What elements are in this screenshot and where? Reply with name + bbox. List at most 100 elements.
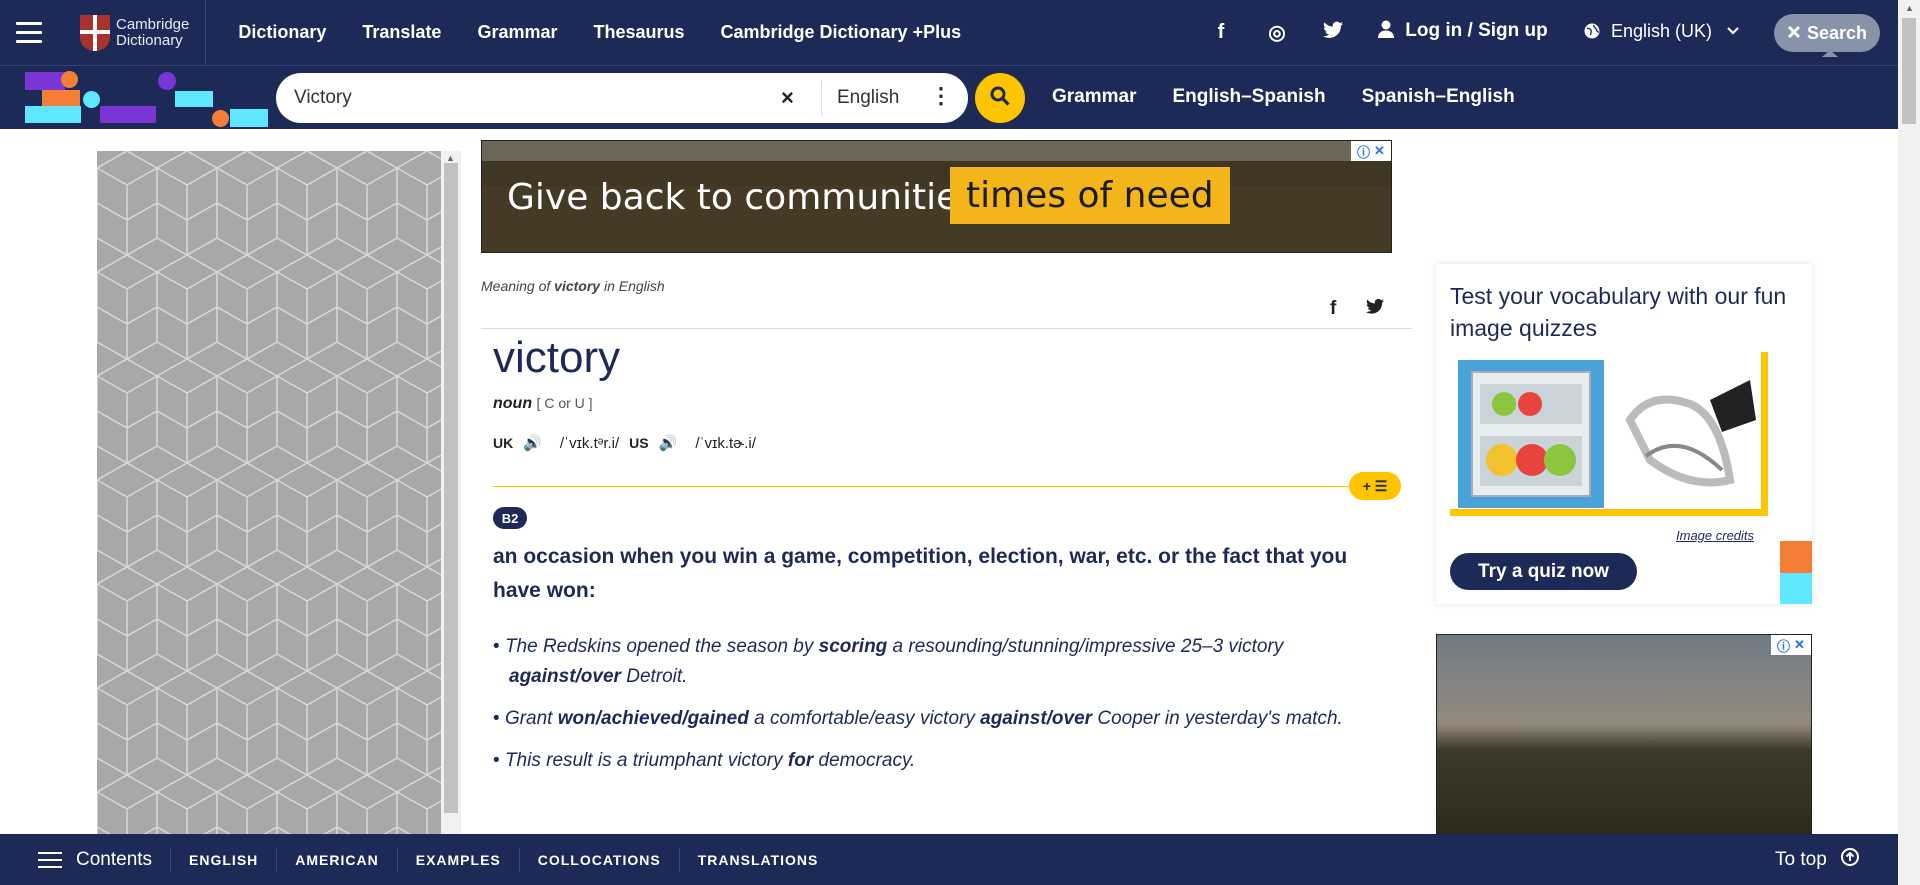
scrollbar-thumb[interactable] [1902, 18, 1916, 124]
share-facebook-icon[interactable]: f [1330, 298, 1336, 320]
main-nav: Dictionary Translate Grammar Thesaurus C… [220, 0, 979, 65]
twitter-icon[interactable] [1305, 21, 1361, 45]
login-label: Log in / Sign up [1405, 20, 1548, 41]
dishwasher-image [1458, 360, 1604, 508]
clear-search-icon[interactable]: × [781, 85, 794, 111]
social-links: f ◎ [1193, 0, 1361, 65]
example-sentence: Grant won/achieved/gained a comfortable/… [493, 704, 1373, 734]
contents-toggle[interactable]: Contents [0, 849, 170, 871]
login-link[interactable]: Log in / Sign up [1378, 20, 1548, 42]
subnav-grammar[interactable]: Grammar [1052, 86, 1137, 108]
hexagon-pattern [97, 151, 441, 834]
language-selector[interactable]: English (UK) [1584, 21, 1739, 42]
us-audio-icon[interactable]: 🔊 [659, 434, 678, 452]
search-input[interactable]: Victory [294, 87, 352, 109]
section-tabs: ENGLISH AMERICAN EXAMPLES COLLOCATIONS T… [170, 847, 837, 872]
to-top-link[interactable]: To top [1775, 848, 1859, 872]
search-box: Victory × English ⋮ [276, 73, 968, 123]
nav-thesaurus[interactable]: Thesaurus [576, 22, 703, 43]
tab-translations[interactable]: TRANSLATIONS [678, 847, 837, 872]
cefr-level-badge[interactable]: B2 [493, 507, 527, 529]
bottom-contents-bar: Contents ENGLISH AMERICAN EXAMPLES COLLO… [0, 834, 1898, 885]
search-toggle-label: Search [1806, 22, 1868, 43]
subnav-spanish-english[interactable]: Spanish–English [1362, 86, 1515, 108]
scroll-up-arrow-icon[interactable]: ▲ [1905, 3, 1914, 13]
menu-icon[interactable] [0, 0, 58, 65]
share-twitter-icon[interactable] [1366, 298, 1385, 320]
headword: victory [493, 333, 621, 382]
close-icon [1787, 23, 1801, 44]
image-credits-link[interactable]: Image credits [1676, 528, 1754, 543]
definition: an occasion when you win a game, competi… [493, 545, 1348, 602]
contents-menu-icon [38, 851, 62, 868]
nav-dictionary[interactable]: Dictionary [220, 22, 344, 43]
ad-close-icon[interactable]: ✕ [1794, 637, 1805, 653]
ad-info-icon[interactable]: ⓘ [1777, 636, 1790, 655]
subnav-english-spanish[interactable]: English–Spanish [1173, 86, 1326, 108]
decorative-square [1780, 573, 1812, 604]
search-icon [990, 86, 1010, 111]
search-submit-button[interactable] [975, 73, 1025, 123]
nav-plus[interactable]: Cambridge Dictionary +Plus [703, 22, 980, 43]
advertisement-side[interactable]: ⓘ ✕ [1436, 634, 1812, 834]
ad-highlight: times of need [950, 167, 1230, 224]
tab-american[interactable]: AMERICAN [276, 847, 396, 872]
us-ipa: /ˈvɪk.tɚ.i/ [695, 434, 756, 452]
logo-line2: Dictionary [116, 31, 183, 49]
ad-info-icon[interactable]: ⓘ [1357, 142, 1370, 161]
language-label: English (UK) [1611, 21, 1713, 41]
ad-text: Give back to communities in [507, 177, 1022, 218]
globe-icon [1584, 21, 1611, 41]
ad-choices[interactable]: ⓘ ✕ [1351, 141, 1391, 161]
ad-close-icon[interactable]: ✕ [1374, 143, 1385, 159]
examples-list: The Redskins opened the season by scorin… [493, 632, 1373, 788]
grammar-code[interactable]: [ C or U ] [537, 395, 593, 411]
pos-label[interactable]: noun [493, 395, 532, 412]
dictionary-selector[interactable]: English [837, 87, 899, 109]
search-toggle-button[interactable]: Search [1774, 14, 1880, 57]
nav-grammar[interactable]: Grammar [459, 22, 575, 43]
divider [481, 328, 1412, 329]
meaning-word: victory [554, 278, 601, 294]
to-top-label: To top [1775, 849, 1827, 870]
facebook-icon[interactable]: f [1193, 21, 1249, 44]
cambridge-logo[interactable]: Cambridge Dictionary [58, 0, 207, 65]
peeler-image [1610, 360, 1760, 508]
nav-translate[interactable]: Translate [344, 22, 459, 43]
meaning-caption: Meaning of victory in English [481, 278, 665, 294]
logo-line1: Cambridge [116, 15, 190, 33]
us-label: US [629, 435, 649, 451]
quiz-promo: Test your vocabulary with our fun image … [1436, 264, 1812, 604]
cambridge-shield-icon [80, 14, 110, 51]
share-links: f [1330, 298, 1385, 320]
pronunciation: UK 🔊 /ˈvɪk.tᵊr.i/ US 🔊 /ˈvɪk.tɚ.i/ [493, 434, 756, 453]
uk-label: UK [493, 435, 514, 451]
uk-audio-icon[interactable]: 🔊 [523, 434, 542, 452]
quiz-images[interactable] [1450, 352, 1768, 516]
advertisement-banner[interactable]: Give back to communities in times of nee… [481, 140, 1392, 253]
user-icon [1378, 20, 1405, 41]
quiz-title[interactable]: Test your vocabulary with our fun image … [1450, 280, 1790, 344]
left-side-panel [97, 151, 441, 834]
example-sentence: The Redskins opened the season by scorin… [493, 632, 1373, 692]
arrow-up-icon [1840, 848, 1859, 872]
dictionary-subnav: Grammar English–Spanish Spanish–English [1052, 86, 1515, 108]
chevron-down-icon [1717, 21, 1739, 41]
more-options-icon[interactable]: ⋮ [930, 83, 952, 109]
example-sentence: This result is a triumphant victory for … [493, 746, 1373, 776]
tab-english[interactable]: ENGLISH [170, 847, 276, 872]
left-panel-scrollbar[interactable]: ▲ [441, 151, 461, 834]
add-to-wordlist-button[interactable]: + ☰ [1349, 472, 1401, 500]
scroll-up-arrow-icon[interactable]: ▲ [446, 153, 455, 163]
ad-choices[interactable]: ⓘ ✕ [1771, 635, 1811, 655]
sense-divider [493, 486, 1355, 487]
uk-ipa: /ˈvɪk.tᵊr.i/ [559, 434, 620, 452]
part-of-speech: noun [ C or U ] [493, 395, 593, 413]
try-quiz-button[interactable]: Try a quiz now [1450, 553, 1637, 590]
instagram-icon[interactable]: ◎ [1249, 20, 1305, 45]
tab-examples[interactable]: EXAMPLES [396, 847, 519, 872]
decorative-square [1780, 541, 1812, 573]
tab-collocations[interactable]: COLLOCATIONS [518, 847, 679, 872]
page-scrollbar[interactable]: ▲ [1898, 0, 1920, 885]
contents-label: Contents [76, 848, 153, 870]
